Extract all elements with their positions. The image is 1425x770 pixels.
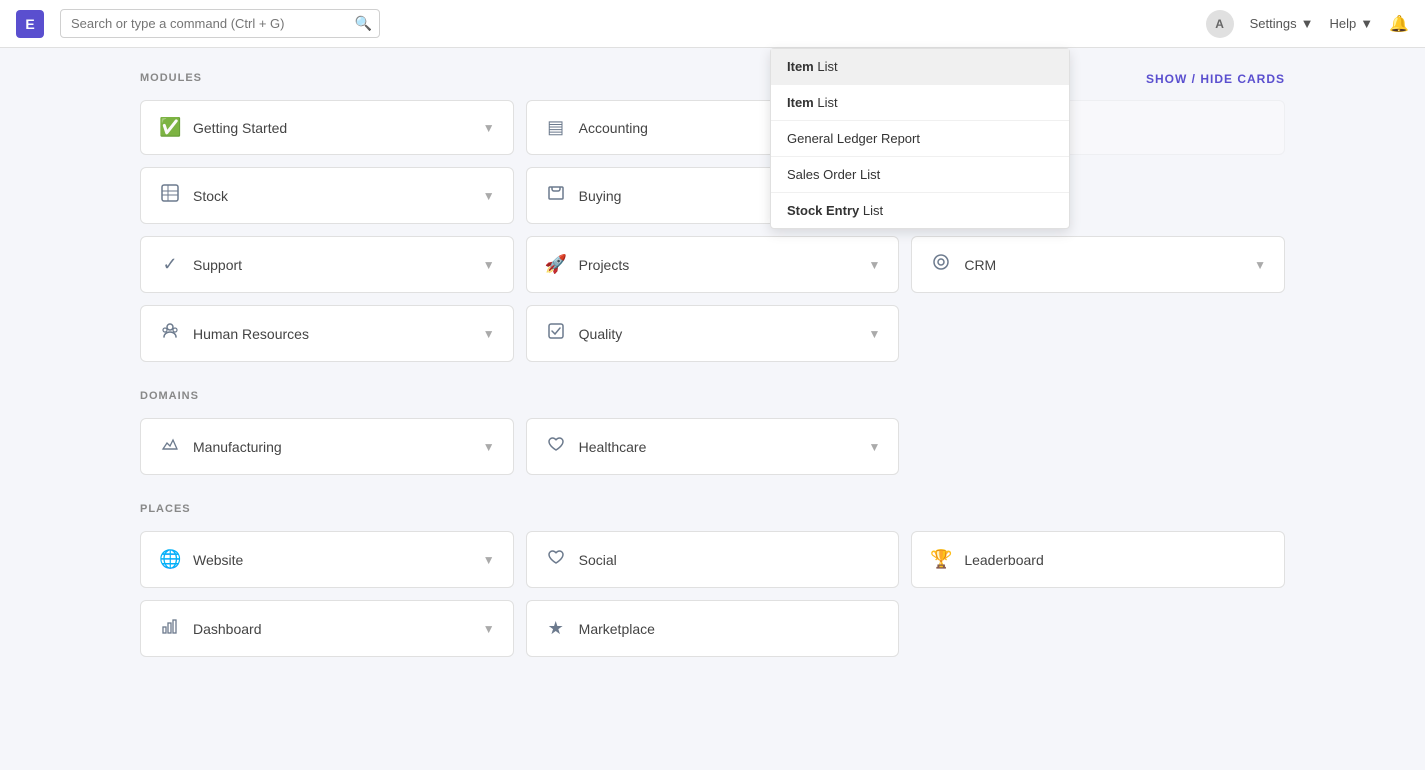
projects-icon: 🚀 bbox=[545, 254, 567, 275]
help-button[interactable]: Help ▼ bbox=[1329, 16, 1373, 31]
modules-section: MODULES Show / Hide Cards ✅ Getting Star… bbox=[140, 72, 1285, 362]
search-wrapper: 🔍 bbox=[60, 9, 380, 38]
dropdown-item[interactable]: General Ledger Report bbox=[771, 121, 1069, 157]
support-icon: ✓ bbox=[159, 254, 181, 275]
chevron-down-icon: ▼ bbox=[483, 189, 495, 203]
marketplace-icon: ★ bbox=[545, 618, 567, 639]
chevron-down-icon: ▼ bbox=[483, 553, 495, 567]
notifications-icon[interactable]: 🔔 bbox=[1389, 14, 1409, 34]
domain-card-manufacturing[interactable]: Manufacturing ▼ bbox=[140, 418, 514, 475]
app-logo[interactable]: E bbox=[16, 10, 44, 38]
chevron-down-icon: ▼ bbox=[868, 258, 880, 272]
chevron-down-icon: ▼ bbox=[483, 121, 495, 135]
dropdown-item[interactable]: Sales Order List bbox=[771, 157, 1069, 193]
checkbox-icon: ✅ bbox=[159, 117, 181, 138]
place-card-website[interactable]: 🌐 Website ▼ bbox=[140, 531, 514, 588]
buying-icon bbox=[545, 184, 567, 207]
chevron-down-icon: ▼ bbox=[1301, 16, 1314, 31]
chevron-down-icon: ▼ bbox=[483, 440, 495, 454]
domain-card-healthcare[interactable]: Healthcare ▼ bbox=[526, 418, 900, 475]
chevron-down-icon: ▼ bbox=[483, 622, 495, 636]
settings-button[interactable]: Settings ▼ bbox=[1250, 16, 1314, 31]
chevron-down-icon: ▼ bbox=[868, 440, 880, 454]
website-icon: 🌐 bbox=[159, 549, 181, 570]
quality-icon bbox=[545, 322, 567, 345]
crm-icon bbox=[930, 253, 952, 276]
chevron-down-icon: ▼ bbox=[483, 327, 495, 341]
module-card-stock[interactable]: Stock ▼ bbox=[140, 167, 514, 224]
place-card-dashboard[interactable]: Dashboard ▼ bbox=[140, 600, 514, 657]
search-icon: 🔍 bbox=[355, 15, 372, 32]
chevron-down-icon: ▼ bbox=[1254, 258, 1266, 272]
main-content: MODULES Show / Hide Cards ✅ Getting Star… bbox=[0, 48, 1425, 709]
stock-icon bbox=[159, 184, 181, 207]
healthcare-icon bbox=[545, 435, 567, 458]
modules-label: MODULES Show / Hide Cards bbox=[140, 72, 1285, 84]
top-nav: E 🔍 A Settings ▼ Help ▼ 🔔 Item List Item… bbox=[0, 0, 1425, 48]
module-card-quality[interactable]: Quality ▼ bbox=[526, 305, 900, 362]
accounting-icon: ▤ bbox=[545, 117, 567, 138]
dropdown-item[interactable]: Item List bbox=[771, 85, 1069, 121]
place-card-leaderboard[interactable]: 🏆 Leaderboard bbox=[911, 531, 1285, 588]
dropdown-item[interactable]: Item List bbox=[771, 49, 1069, 85]
search-input[interactable] bbox=[60, 9, 380, 38]
dashboard-icon bbox=[159, 617, 181, 640]
module-card-getting-started[interactable]: ✅ Getting Started ▼ bbox=[140, 100, 514, 155]
module-card-projects[interactable]: 🚀 Projects ▼ bbox=[526, 236, 900, 293]
domains-section: DOMAINS Manufacturing ▼ bbox=[140, 390, 1285, 475]
places-label: PLACES bbox=[140, 503, 1285, 515]
module-card-support[interactable]: ✓ Support ▼ bbox=[140, 236, 514, 293]
avatar: A bbox=[1206, 10, 1234, 38]
dropdown-item[interactable]: Stock Entry List bbox=[771, 193, 1069, 228]
module-card-human-resources[interactable]: Human Resources ▼ bbox=[140, 305, 514, 362]
domains-label: DOMAINS bbox=[140, 390, 1285, 402]
chevron-down-icon: ▼ bbox=[868, 327, 880, 341]
hr-icon bbox=[159, 322, 181, 345]
module-card-crm[interactable]: CRM ▼ bbox=[911, 236, 1285, 293]
chevron-down-icon: ▼ bbox=[483, 258, 495, 272]
nav-right: A Settings ▼ Help ▼ 🔔 bbox=[1206, 10, 1409, 38]
chevron-down-icon: ▼ bbox=[1360, 16, 1373, 31]
leaderboard-icon: 🏆 bbox=[930, 549, 952, 570]
manufacturing-icon bbox=[159, 435, 181, 458]
place-card-marketplace[interactable]: ★ Marketplace bbox=[526, 600, 900, 657]
show-hide-cards-button[interactable]: Show / Hide Cards bbox=[1146, 72, 1285, 86]
search-dropdown: Item List Item List General Ledger Repor… bbox=[770, 48, 1070, 229]
places-section: PLACES 🌐 Website ▼ Social bbox=[140, 503, 1285, 657]
place-card-social[interactable]: Social bbox=[526, 531, 900, 588]
social-icon bbox=[545, 548, 567, 571]
